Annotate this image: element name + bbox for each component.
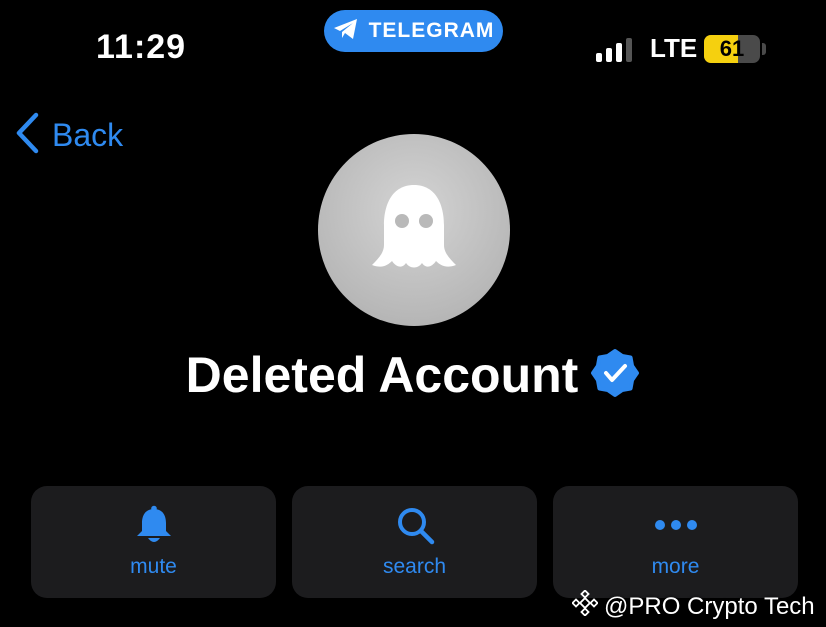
- profile-action-bar: mute search more: [31, 486, 798, 598]
- watermark-text: @PRO Crypto Tech: [604, 592, 815, 620]
- profile-avatar[interactable]: [318, 134, 510, 326]
- watermark: @PRO Crypto Tech: [571, 589, 815, 623]
- telegram-app-pill[interactable]: TELEGRAM: [324, 10, 503, 52]
- signal-bar: [596, 53, 602, 62]
- telegram-icon: [333, 18, 359, 45]
- telegram-pill-label: TELEGRAM: [368, 19, 495, 42]
- search-button[interactable]: search: [292, 486, 537, 598]
- mute-button[interactable]: mute: [31, 486, 276, 598]
- back-button[interactable]: Back: [14, 112, 123, 159]
- battery-nub: [762, 43, 766, 55]
- search-label: search: [382, 555, 447, 578]
- cellular-signal-icon: [596, 38, 632, 62]
- battery-icon: 61: [704, 35, 760, 63]
- more-button[interactable]: more: [553, 486, 798, 598]
- network-type: LTE: [650, 33, 698, 63]
- binance-logo-icon: [571, 589, 599, 623]
- verified-badge-icon[interactable]: [590, 348, 640, 403]
- ghost-icon: [372, 183, 456, 278]
- profile-name: Deleted Account: [185, 347, 579, 403]
- back-label: Back: [52, 117, 124, 153]
- profile-name-row: Deleted Account: [0, 346, 826, 404]
- status-time: 11:29: [96, 28, 187, 66]
- mute-label: mute: [130, 555, 177, 578]
- bell-icon: [135, 505, 173, 545]
- more-label: more: [651, 555, 700, 578]
- signal-bar: [616, 43, 622, 62]
- battery-percent: 61: [719, 36, 745, 61]
- search-icon: [395, 505, 435, 545]
- signal-bar: [606, 48, 612, 62]
- chevron-left-icon: [14, 112, 40, 159]
- signal-bar: [626, 38, 632, 62]
- more-dots-icon: [654, 505, 698, 545]
